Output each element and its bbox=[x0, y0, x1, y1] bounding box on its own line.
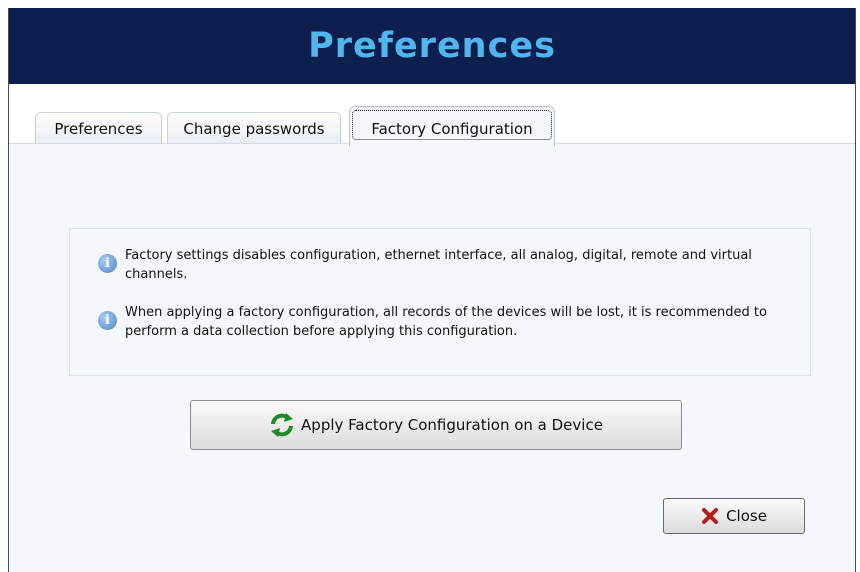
info-message: i Factory settings disables configuratio… bbox=[98, 246, 775, 284]
tab-label: Change passwords bbox=[183, 119, 325, 138]
close-button-label: Close bbox=[726, 507, 767, 525]
info-icon: i bbox=[98, 311, 117, 330]
apply-button-label: Apply Factory Configuration on a Device bbox=[301, 416, 603, 434]
info-text: Factory settings disables configuration,… bbox=[125, 248, 752, 282]
title-bar: Preferences bbox=[9, 8, 855, 84]
close-icon bbox=[702, 508, 719, 524]
tab-change-passwords[interactable]: Change passwords bbox=[167, 112, 341, 144]
info-text: When applying a factory configuration, a… bbox=[125, 305, 767, 339]
preferences-window: Preferences Preferences Change passwords… bbox=[8, 8, 856, 572]
tab-label: Factory Configuration bbox=[371, 119, 533, 138]
tab-strip: Preferences Change passwords Factory Con… bbox=[9, 84, 855, 152]
tab-preferences[interactable]: Preferences bbox=[35, 112, 162, 144]
tab-label: Preferences bbox=[54, 119, 143, 138]
refresh-icon bbox=[271, 413, 294, 437]
info-box: i Factory settings disables configuratio… bbox=[69, 228, 811, 376]
factory-configuration-panel: i Factory settings disables configuratio… bbox=[9, 143, 855, 572]
close-button[interactable]: Close bbox=[663, 498, 805, 534]
tab-factory-configuration[interactable]: Factory Configuration bbox=[349, 106, 555, 146]
info-message: i When applying a factory configuration,… bbox=[98, 303, 775, 341]
apply-factory-configuration-button[interactable]: Apply Factory Configuration on a Device bbox=[190, 400, 682, 450]
info-icon: i bbox=[98, 254, 117, 273]
window-title: Preferences bbox=[308, 26, 556, 66]
